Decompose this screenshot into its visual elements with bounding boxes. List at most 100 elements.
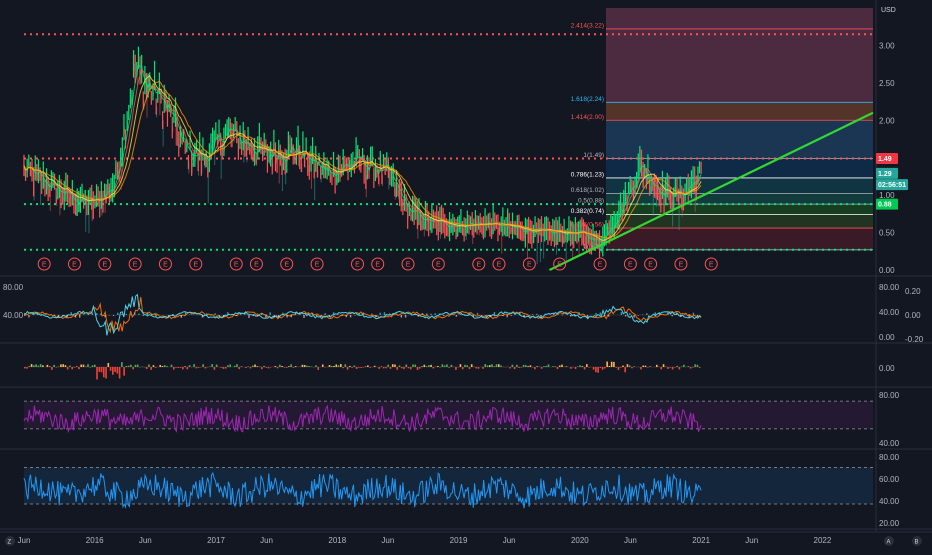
earnings-marker[interactable]: E	[99, 258, 111, 270]
indicator-histogram-bar	[557, 313, 558, 315]
earnings-markers[interactable]: EEEEEEEEEEEEEEEEEEEEEEE	[38, 258, 717, 270]
indicator-bar	[220, 367, 222, 368]
earnings-marker[interactable]: E	[129, 258, 141, 270]
fib-zone	[606, 228, 873, 250]
indicator-bar	[523, 365, 525, 367]
indicator-bar	[430, 365, 432, 367]
indicator-histogram-bar	[697, 315, 698, 316]
indicator-bar	[110, 367, 112, 371]
earnings-marker-letter: E	[163, 262, 168, 269]
indicator-bar	[171, 365, 173, 367]
indicator-histogram-bar	[422, 313, 423, 315]
indicator-bar	[214, 367, 216, 370]
earnings-marker[interactable]: E	[351, 258, 363, 270]
indicator-bar	[640, 367, 642, 369]
bottom-left-tag[interactable]: Z	[5, 536, 15, 546]
indicator-histogram-bar	[295, 312, 296, 315]
earnings-marker[interactable]: E	[190, 258, 202, 270]
indicator-bar	[58, 366, 60, 367]
price-axis-tick: 2.00	[879, 116, 895, 125]
indicator-bar	[177, 367, 179, 368]
fib-level-label: 0.786(1.23)	[571, 171, 604, 178]
earnings-marker[interactable]: E	[705, 258, 717, 270]
indicator-bar	[674, 367, 676, 368]
indicator-bar	[661, 367, 663, 369]
indicator-bar	[584, 367, 586, 369]
indicator-bar	[53, 365, 55, 367]
indicator-bar	[128, 366, 130, 367]
earnings-marker[interactable]: E	[523, 258, 535, 270]
indicator-bar	[159, 365, 161, 367]
indicator-bar	[676, 366, 678, 367]
earnings-marker[interactable]: E	[594, 258, 606, 270]
indicator-histogram-bar	[451, 313, 452, 315]
indicator-histogram-bar	[358, 313, 359, 315]
earnings-marker[interactable]: E	[402, 258, 414, 270]
earnings-marker[interactable]: E	[493, 258, 505, 270]
indicator-histogram-bar	[426, 313, 427, 315]
earnings-marker[interactable]: E	[281, 258, 293, 270]
fib-retracement[interactable]: 2.414(3.22)1.618(2.24)1.414(2.00)1(1.49)…	[571, 8, 873, 250]
indicator-histogram-bar	[464, 315, 465, 316]
indicator-histogram-bar	[324, 313, 325, 315]
indicator-bar	[335, 364, 337, 367]
indicator-histogram-bar	[134, 312, 135, 315]
indicator-bar	[367, 365, 369, 367]
indicator-bar	[620, 367, 622, 368]
fib-zone	[606, 29, 873, 102]
earnings-marker[interactable]: E	[624, 258, 636, 270]
earnings-marker[interactable]: E	[473, 258, 485, 270]
indicator-histogram-bar	[676, 312, 677, 315]
indicator-histogram-bar	[532, 314, 533, 315]
indicator-histogram-bar	[87, 314, 88, 315]
indicator-histogram-bar	[151, 314, 152, 315]
indicator-bar	[247, 366, 249, 367]
indicator-bar	[40, 364, 42, 367]
indicator-bar	[286, 367, 288, 368]
time-axis-tick: Jun	[624, 536, 637, 545]
indicator-histogram-bar	[261, 313, 262, 315]
indicator-histogram-bar	[316, 315, 317, 316]
indicator-bar	[175, 367, 177, 368]
indicator-bar	[308, 366, 310, 367]
earnings-marker[interactable]: E	[645, 258, 657, 270]
indicator-bar	[498, 364, 500, 367]
indicator-bar	[38, 366, 40, 367]
time-axis-tick: 2020	[571, 536, 589, 545]
indicator-histogram-bar	[600, 313, 601, 315]
indicator-histogram-bar	[117, 313, 118, 315]
indicator-histogram-bar	[189, 314, 190, 315]
indicator-histogram-bar	[587, 315, 588, 317]
indicator-histogram-bar	[401, 315, 402, 318]
indicator-histogram-bar	[672, 315, 673, 316]
currency-label[interactable]: USD	[881, 7, 896, 14]
earnings-marker[interactable]: E	[250, 258, 262, 270]
indicator-histogram-bar	[58, 315, 59, 317]
earnings-marker[interactable]: E	[432, 258, 444, 270]
indicator-bar	[245, 367, 247, 368]
price-axis-tick: 0.50	[879, 229, 895, 238]
earnings-marker[interactable]: E	[159, 258, 171, 270]
bottom-right-tag-a[interactable]: A	[884, 536, 894, 546]
earnings-marker[interactable]: E	[68, 258, 80, 270]
earnings-marker[interactable]: E	[311, 258, 323, 270]
chart-svg[interactable]: 2.414(3.22)1.618(2.24)1.414(2.00)1(1.49)…	[0, 0, 932, 550]
earnings-marker[interactable]: E	[230, 258, 242, 270]
indicator-bar	[67, 367, 69, 369]
earnings-marker[interactable]: E	[372, 258, 384, 270]
indicator-pane	[24, 362, 701, 380]
earnings-marker[interactable]: E	[38, 258, 50, 270]
indicator-histogram-bar	[363, 312, 364, 315]
bottom-right-tag-b[interactable]: B	[912, 536, 922, 546]
indicator-bar	[627, 364, 629, 367]
indicator-bar	[132, 367, 134, 369]
indicator-bar	[514, 367, 516, 369]
indicator-bar	[331, 366, 333, 367]
indicator-histogram-bar	[443, 315, 444, 316]
earnings-marker[interactable]: E	[675, 258, 687, 270]
indicator-bar	[24, 367, 26, 368]
indicator-histogram-bar	[28, 315, 29, 317]
indicator-bar	[369, 367, 371, 368]
pane-left-axis-tick: 80.00	[3, 283, 24, 292]
indicator-histogram-bar	[553, 313, 554, 315]
